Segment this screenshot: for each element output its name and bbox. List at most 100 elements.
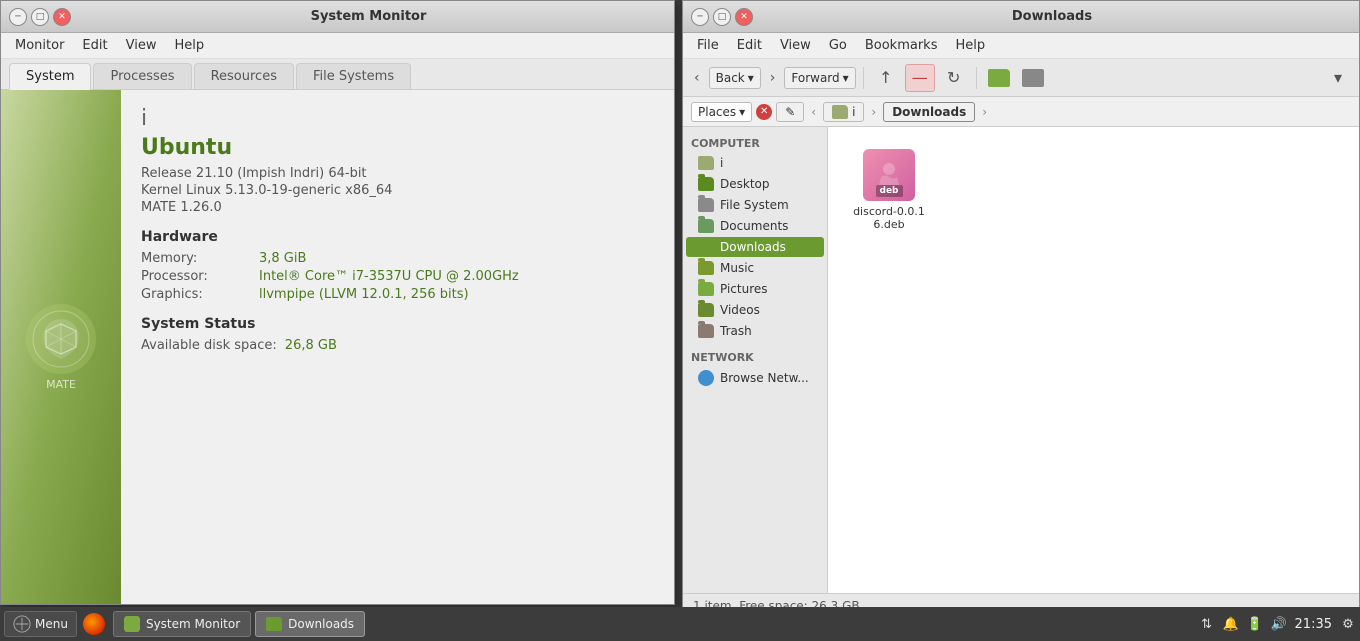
sidebar-item-trash[interactable]: Trash: [686, 321, 824, 341]
sidebar-item-browse-network[interactable]: Browse Netw...: [686, 367, 824, 389]
sidebar-label-i: i: [720, 156, 723, 170]
fm-close-btn[interactable]: ✕: [735, 8, 753, 26]
fm-menu-go[interactable]: Go: [821, 36, 855, 55]
fm-menu-bookmarks[interactable]: Bookmarks: [857, 36, 946, 55]
up-button[interactable]: ↑: [871, 64, 901, 92]
sysmon-disk-row: Available disk space: 26,8 GB: [141, 338, 654, 353]
crumb-downloads-label: Downloads: [892, 105, 966, 119]
sidebar-label-filesystem: File System: [720, 198, 789, 212]
sidebar-item-pictures[interactable]: Pictures: [686, 279, 824, 299]
taskbar-right: ⇅ 🔔 🔋 🔊 21:35 ⚙: [1199, 616, 1356, 632]
fm-win-controls: ─ □ ✕: [691, 8, 753, 26]
sidebar-item-downloads[interactable]: Downloads: [686, 237, 824, 257]
fm-menu-file[interactable]: File: [689, 36, 727, 55]
taskbar-clock: 21:35: [1295, 617, 1332, 632]
fm-title: Downloads: [753, 9, 1351, 24]
sysmon-menu-edit[interactable]: Edit: [74, 36, 115, 55]
sysmon-kernel: Kernel Linux 5.13.0-19-generic x86_64: [141, 183, 654, 198]
sysmon-maximize-btn[interactable]: □: [31, 8, 49, 26]
view-toggle-btn[interactable]: ▾: [1323, 64, 1353, 92]
remove-bookmark-icon: —: [912, 68, 928, 87]
tray-battery-icon[interactable]: 🔋: [1247, 616, 1263, 632]
sysmon-memory-value: 3,8 GiB: [259, 251, 306, 266]
computer-btn[interactable]: [1018, 64, 1048, 92]
sidebar-item-documents[interactable]: Documents: [686, 216, 824, 236]
edit-icon: ✎: [785, 105, 795, 119]
places-label: Places: [698, 105, 736, 119]
crumb-sep3: ›: [977, 102, 992, 122]
sysmon-info-icon: i: [141, 106, 654, 131]
sysmon-menu-help[interactable]: Help: [166, 36, 212, 55]
music-folder-icon: [698, 261, 714, 275]
mate-logo: [26, 304, 96, 374]
tray-bell-icon[interactable]: 🔔: [1223, 616, 1239, 632]
filemanager-window: ─ □ ✕ Downloads File Edit View Go Bookma…: [682, 0, 1360, 618]
fm-menu-edit[interactable]: Edit: [729, 36, 770, 55]
tab-filesystems[interactable]: File Systems: [296, 63, 411, 89]
sidebar-item-filesystem[interactable]: File System: [686, 195, 824, 215]
file-item-discord[interactable]: discord-0.0.16.deb: [844, 143, 934, 237]
sidebar-item-videos[interactable]: Videos: [686, 300, 824, 320]
fm-files-list: discord-0.0.16.deb: [844, 143, 1343, 577]
tray-settings-icon[interactable]: ⚙: [1340, 616, 1356, 632]
sysmon-menu-view[interactable]: View: [118, 36, 165, 55]
forward-nav-arrow[interactable]: ›: [765, 67, 781, 89]
forward-button[interactable]: Forward ▾: [784, 67, 855, 89]
fm-pathbar: Places ▾ ✕ ✎ ‹ i › Downloads ›: [683, 97, 1359, 127]
sysmon-distro-name: Ubuntu: [141, 135, 654, 160]
videos-folder-icon: [698, 303, 714, 317]
crumb-i-btn[interactable]: i: [823, 102, 864, 122]
sysmon-minimize-btn[interactable]: ─: [9, 8, 27, 26]
back-button[interactable]: Back ▾: [709, 67, 761, 89]
refresh-icon: ↻: [947, 68, 960, 87]
sysmon-memory-row: Memory: 3,8 GiB: [141, 251, 654, 266]
firefox-btn[interactable]: [83, 613, 105, 635]
sysmon-menubar: Monitor Edit View Help: [1, 33, 674, 59]
sysmon-tabs: System Processes Resources File Systems: [1, 59, 674, 90]
taskbar-menu-btn[interactable]: Menu: [4, 611, 77, 637]
remove-bookmark-btn[interactable]: —: [905, 64, 935, 92]
file-name-discord: discord-0.0.16.deb: [850, 205, 928, 231]
places-dropdown[interactable]: Places ▾: [691, 102, 752, 122]
i-folder-icon: [832, 105, 848, 119]
nav-separator2: [976, 67, 977, 89]
crumb-edit-btn[interactable]: ✎: [776, 102, 804, 122]
pathbar-clear-btn[interactable]: ✕: [756, 104, 772, 120]
refresh-button[interactable]: ↻: [939, 64, 969, 92]
new-folder-btn[interactable]: [984, 64, 1014, 92]
taskbar-sysmon[interactable]: System Monitor: [113, 611, 251, 637]
crumb-downloads-btn[interactable]: Downloads: [883, 102, 975, 122]
sidebar-computer-section: Computer: [683, 133, 827, 152]
fm-menu-view[interactable]: View: [772, 36, 819, 55]
places-dropdown-icon: ▾: [739, 105, 745, 119]
back-arrow-btn[interactable]: ‹: [689, 67, 705, 89]
mate-logo-text: MATE: [46, 378, 76, 391]
back-label: Back: [716, 71, 745, 85]
taskbar: Menu System Monitor Downloads ⇅ 🔔 🔋 🔊 21…: [0, 607, 1360, 641]
sysmon-mate-ver: MATE 1.26.0: [141, 200, 654, 215]
tray-transfer-icon[interactable]: ⇅: [1199, 616, 1215, 632]
fm-main-area: Computer i Desktop File System Documents: [683, 127, 1359, 593]
tray-volume-icon[interactable]: 🔊: [1271, 616, 1287, 632]
tab-system[interactable]: System: [9, 63, 91, 90]
sysmon-menu-monitor[interactable]: Monitor: [7, 36, 72, 55]
sidebar-item-i[interactable]: i: [686, 153, 824, 173]
sidebar-label-downloads: Downloads: [720, 240, 786, 254]
taskbar-downloads[interactable]: Downloads: [255, 611, 365, 637]
sidebar-item-music[interactable]: Music: [686, 258, 824, 278]
fm-menu-help[interactable]: Help: [947, 36, 993, 55]
sysmon-release: Release 21.10 (Impish Indri) 64-bit: [141, 166, 654, 181]
desktop-folder-icon: [698, 177, 714, 191]
pathbar-crumbs: ✎ ‹ i › Downloads ›: [776, 102, 992, 122]
sysmon-win-controls: ─ □ ✕: [9, 8, 71, 26]
fm-minimize-btn[interactable]: ─: [691, 8, 709, 26]
tab-processes[interactable]: Processes: [93, 63, 191, 89]
documents-folder-icon: [698, 219, 714, 233]
sidebar-label-videos: Videos: [720, 303, 760, 317]
sysmon-close-btn[interactable]: ✕: [53, 8, 71, 26]
sysmon-processor-row: Processor: Intel® Core™ i7-3537U CPU @ 2…: [141, 269, 654, 284]
fm-maximize-btn[interactable]: □: [713, 8, 731, 26]
sidebar-item-desktop[interactable]: Desktop: [686, 174, 824, 194]
fm-sidebar: Computer i Desktop File System Documents: [683, 127, 828, 593]
tab-resources[interactable]: Resources: [194, 63, 294, 89]
